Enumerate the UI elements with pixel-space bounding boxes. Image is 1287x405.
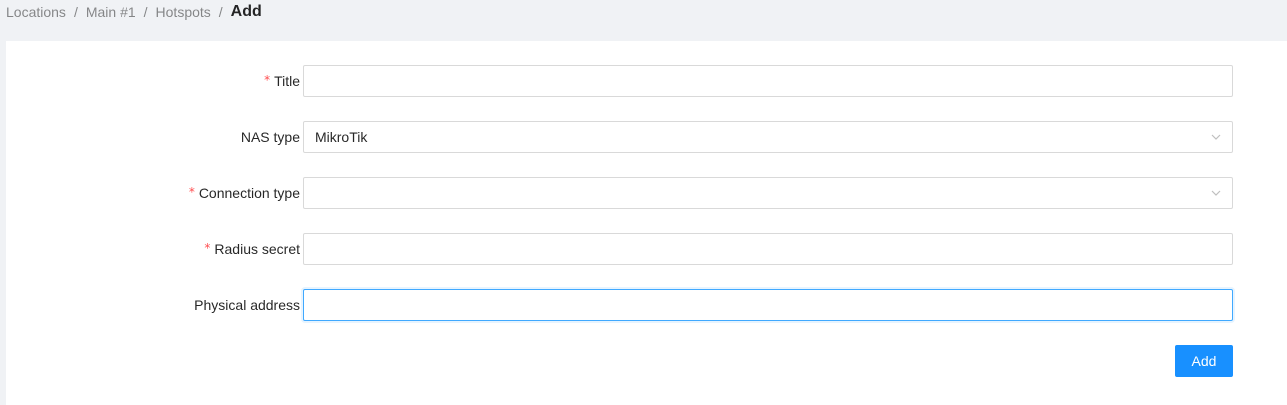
- breadcrumb-current: Add: [230, 3, 262, 20]
- nas-type-label: NAS type: [240, 129, 300, 145]
- form-row-physical-address: Physical address: [6, 289, 1287, 321]
- form-row-radius-secret: * Radius secret: [6, 233, 1287, 265]
- physical-address-field[interactable]: [303, 289, 1233, 321]
- connection-type-select[interactable]: [303, 177, 1233, 209]
- required-mark: *: [204, 241, 211, 255]
- form-row-connection-type: * Connection type: [6, 177, 1287, 209]
- form-row-nas-type: NAS type MikroTik: [6, 121, 1287, 153]
- breadcrumb-hotspots[interactable]: Hotspots: [156, 4, 211, 20]
- physical-address-input[interactable]: [304, 290, 1232, 320]
- form-card: * Title NAS type MikroTik * Connection typ…: [6, 41, 1287, 405]
- required-mark: *: [188, 185, 195, 199]
- breadcrumb-separator: /: [73, 4, 78, 20]
- breadcrumb-separator: /: [218, 4, 223, 20]
- add-button[interactable]: Add: [1175, 345, 1233, 377]
- physical-address-label: Physical address: [194, 297, 300, 313]
- form-row-title: * Title: [6, 65, 1287, 97]
- title-input[interactable]: [304, 66, 1232, 96]
- title-label: * Title: [264, 65, 300, 97]
- breadcrumb: Locations / Main #1 / Hotspots / Add: [6, 0, 262, 24]
- radius-secret-input[interactable]: [304, 234, 1232, 264]
- chevron-down-icon: [1211, 190, 1221, 196]
- breadcrumb-locations[interactable]: Locations: [6, 4, 66, 20]
- connection-type-label-text: Connection type: [198, 185, 300, 201]
- breadcrumb-main[interactable]: Main #1: [86, 4, 136, 20]
- title-label-text: Title: [274, 73, 300, 89]
- connection-type-label: * Connection type: [189, 177, 300, 209]
- radius-secret-field[interactable]: [303, 233, 1233, 265]
- nas-type-select[interactable]: MikroTik: [303, 121, 1233, 153]
- radius-secret-label-text: Radius secret: [214, 241, 300, 257]
- required-mark: *: [264, 73, 271, 87]
- radius-secret-label: * Radius secret: [204, 233, 300, 265]
- nas-type-selected-value: MikroTik: [315, 129, 368, 145]
- breadcrumb-separator: /: [143, 4, 148, 20]
- title-field[interactable]: [303, 65, 1233, 97]
- chevron-down-icon: [1211, 134, 1221, 140]
